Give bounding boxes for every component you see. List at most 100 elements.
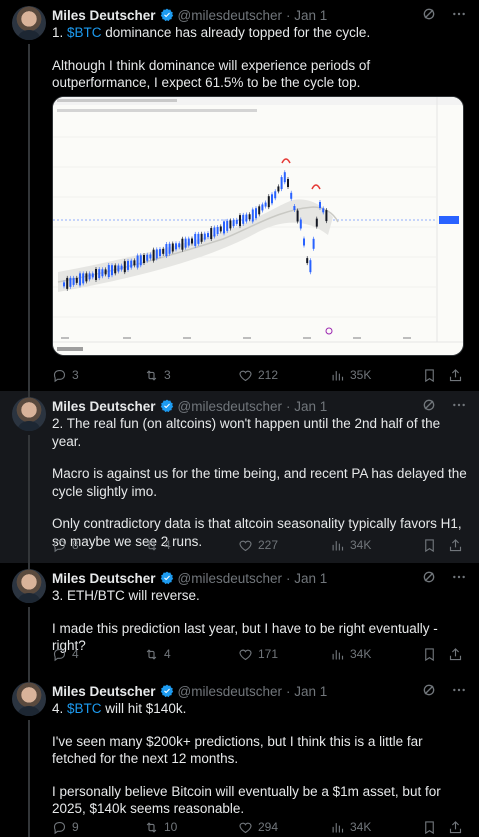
share-button[interactable] — [448, 647, 463, 662]
tweet-text: 1. $BTC dominance has already topped for… — [52, 24, 467, 107]
reply-icon — [53, 369, 66, 382]
reply-button[interactable]: 8 — [52, 538, 79, 553]
tweet-1[interactable]: Miles Deutscher @milesdeutscher · Jan 1 … — [0, 0, 479, 391]
bookmark-icon — [425, 368, 434, 382]
bookmark-button[interactable] — [422, 538, 437, 553]
views-button[interactable]: 35K — [330, 368, 371, 383]
tweet-text: 4. $BTC will hit $140k. I've seen many $… — [52, 700, 467, 833]
verified-badge-icon — [160, 399, 173, 413]
retweet-button[interactable]: 10 — [144, 820, 177, 835]
reply-icon — [53, 821, 66, 834]
bookmark-button[interactable] — [422, 647, 437, 662]
like-button[interactable]: 227 — [238, 538, 278, 553]
reply-button[interactable]: 9 — [52, 820, 79, 835]
more-options-icon[interactable] — [451, 6, 467, 22]
author-handle[interactable]: @milesdeutscher — [178, 684, 283, 699]
author-name[interactable]: Miles Deutscher — [52, 399, 156, 414]
more-options-icon[interactable] — [451, 569, 467, 585]
avatar[interactable] — [12, 682, 46, 716]
tweet-3[interactable]: Miles Deutscher @milesdeutscher · Jan 1 … — [0, 563, 479, 676]
cashtag-link[interactable]: $BTC — [67, 701, 102, 716]
share-button[interactable] — [448, 820, 463, 835]
retweet-button[interactable]: 4 — [144, 647, 171, 662]
reply-icon — [53, 539, 66, 552]
tweet-actions: 4 4 171 34K — [52, 645, 467, 663]
author-name[interactable]: Miles Deutscher — [52, 8, 156, 23]
avatar[interactable] — [12, 397, 46, 431]
bookmark-icon — [425, 538, 434, 552]
tweet-date[interactable]: · Jan 1 — [286, 571, 327, 586]
view-count: 35K — [350, 368, 372, 382]
tweet-paragraph: I personally believe Bitcoin will eventu… — [52, 783, 441, 817]
heart-icon — [239, 822, 252, 833]
reply-icon — [53, 648, 66, 661]
author-name[interactable]: Miles Deutscher — [52, 571, 156, 586]
view-count: 34K — [350, 647, 372, 661]
reply-count: 9 — [72, 820, 79, 834]
text-rest: dominance has already topped for the cyc… — [101, 25, 371, 40]
grok-icon[interactable] — [421, 6, 437, 22]
thread-line — [28, 720, 30, 837]
retweet-button[interactable]: 3 — [144, 368, 171, 383]
analytics-icon — [332, 822, 344, 832]
more-options-icon[interactable] — [451, 682, 467, 698]
tweet-2[interactable]: Miles Deutscher @milesdeutscher · Jan 1 … — [0, 391, 479, 563]
tweet-date[interactable]: · Jan 1 — [286, 399, 327, 414]
like-button[interactable]: 294 — [238, 820, 278, 835]
grok-icon[interactable] — [421, 682, 437, 698]
bookmark-button[interactable] — [422, 820, 437, 835]
cashtag-link[interactable]: $BTC — [67, 25, 102, 40]
view-count: 34K — [350, 820, 372, 834]
text-prefix: 4. — [52, 701, 68, 716]
tweet-date[interactable]: · Jan 1 — [286, 684, 327, 699]
reply-button[interactable]: 4 — [52, 647, 79, 662]
reply-count: 4 — [72, 647, 79, 661]
bookmark-button[interactable] — [422, 368, 437, 383]
retweet-count: 4 — [164, 647, 171, 661]
views-button[interactable]: 34K — [330, 647, 371, 662]
more-options-icon[interactable] — [451, 397, 467, 413]
tweet-header: Miles Deutscher @milesdeutscher · Jan 1 — [52, 682, 467, 700]
share-icon — [449, 538, 462, 551]
grok-icon[interactable] — [421, 397, 437, 413]
retweet-count: 4 — [164, 538, 171, 552]
text-prefix: 1. — [52, 25, 68, 40]
retweet-count: 3 — [164, 368, 171, 382]
share-button[interactable] — [448, 368, 463, 383]
avatar[interactable] — [12, 569, 46, 603]
verified-badge-icon — [160, 571, 173, 585]
author-handle[interactable]: @milesdeutscher — [178, 571, 283, 586]
like-button[interactable]: 212 — [238, 368, 278, 383]
like-button[interactable]: 171 — [238, 647, 278, 662]
verified-badge-icon — [160, 684, 173, 698]
views-button[interactable]: 34K — [330, 820, 371, 835]
author-handle[interactable]: @milesdeutscher — [178, 399, 283, 414]
tweet-date[interactable]: · Jan 1 — [286, 8, 327, 23]
thread-line — [28, 607, 30, 676]
retweet-icon — [146, 821, 157, 833]
tweet-paragraph: I've seen many $200k+ predictions, but I… — [52, 733, 423, 767]
share-icon — [449, 820, 462, 833]
verified-badge-icon — [160, 8, 173, 22]
heart-icon — [239, 540, 252, 551]
analytics-icon — [332, 540, 344, 550]
author-name[interactable]: Miles Deutscher — [52, 684, 156, 699]
retweet-button[interactable]: 4 — [144, 538, 171, 553]
tweet-header: Miles Deutscher @milesdeutscher · Jan 1 — [52, 569, 467, 587]
grok-icon[interactable] — [421, 569, 437, 585]
view-count: 34K — [350, 538, 372, 552]
tweet-4[interactable]: Miles Deutscher @milesdeutscher · Jan 1 … — [0, 676, 479, 837]
thread-line — [28, 435, 30, 563]
chart-image[interactable] — [52, 96, 464, 356]
analytics-icon — [332, 649, 344, 659]
bookmark-icon — [425, 820, 434, 834]
avatar[interactable] — [12, 6, 46, 40]
tweet-actions: 3 3 212 35K — [52, 366, 467, 384]
analytics-icon — [332, 370, 344, 380]
author-handle[interactable]: @milesdeutscher — [178, 8, 283, 23]
share-button[interactable] — [448, 538, 463, 553]
views-button[interactable]: 34K — [330, 538, 371, 553]
like-count: 212 — [258, 368, 279, 382]
reply-button[interactable]: 3 — [52, 368, 79, 383]
tweet-actions: 8 4 227 34K — [52, 536, 467, 554]
